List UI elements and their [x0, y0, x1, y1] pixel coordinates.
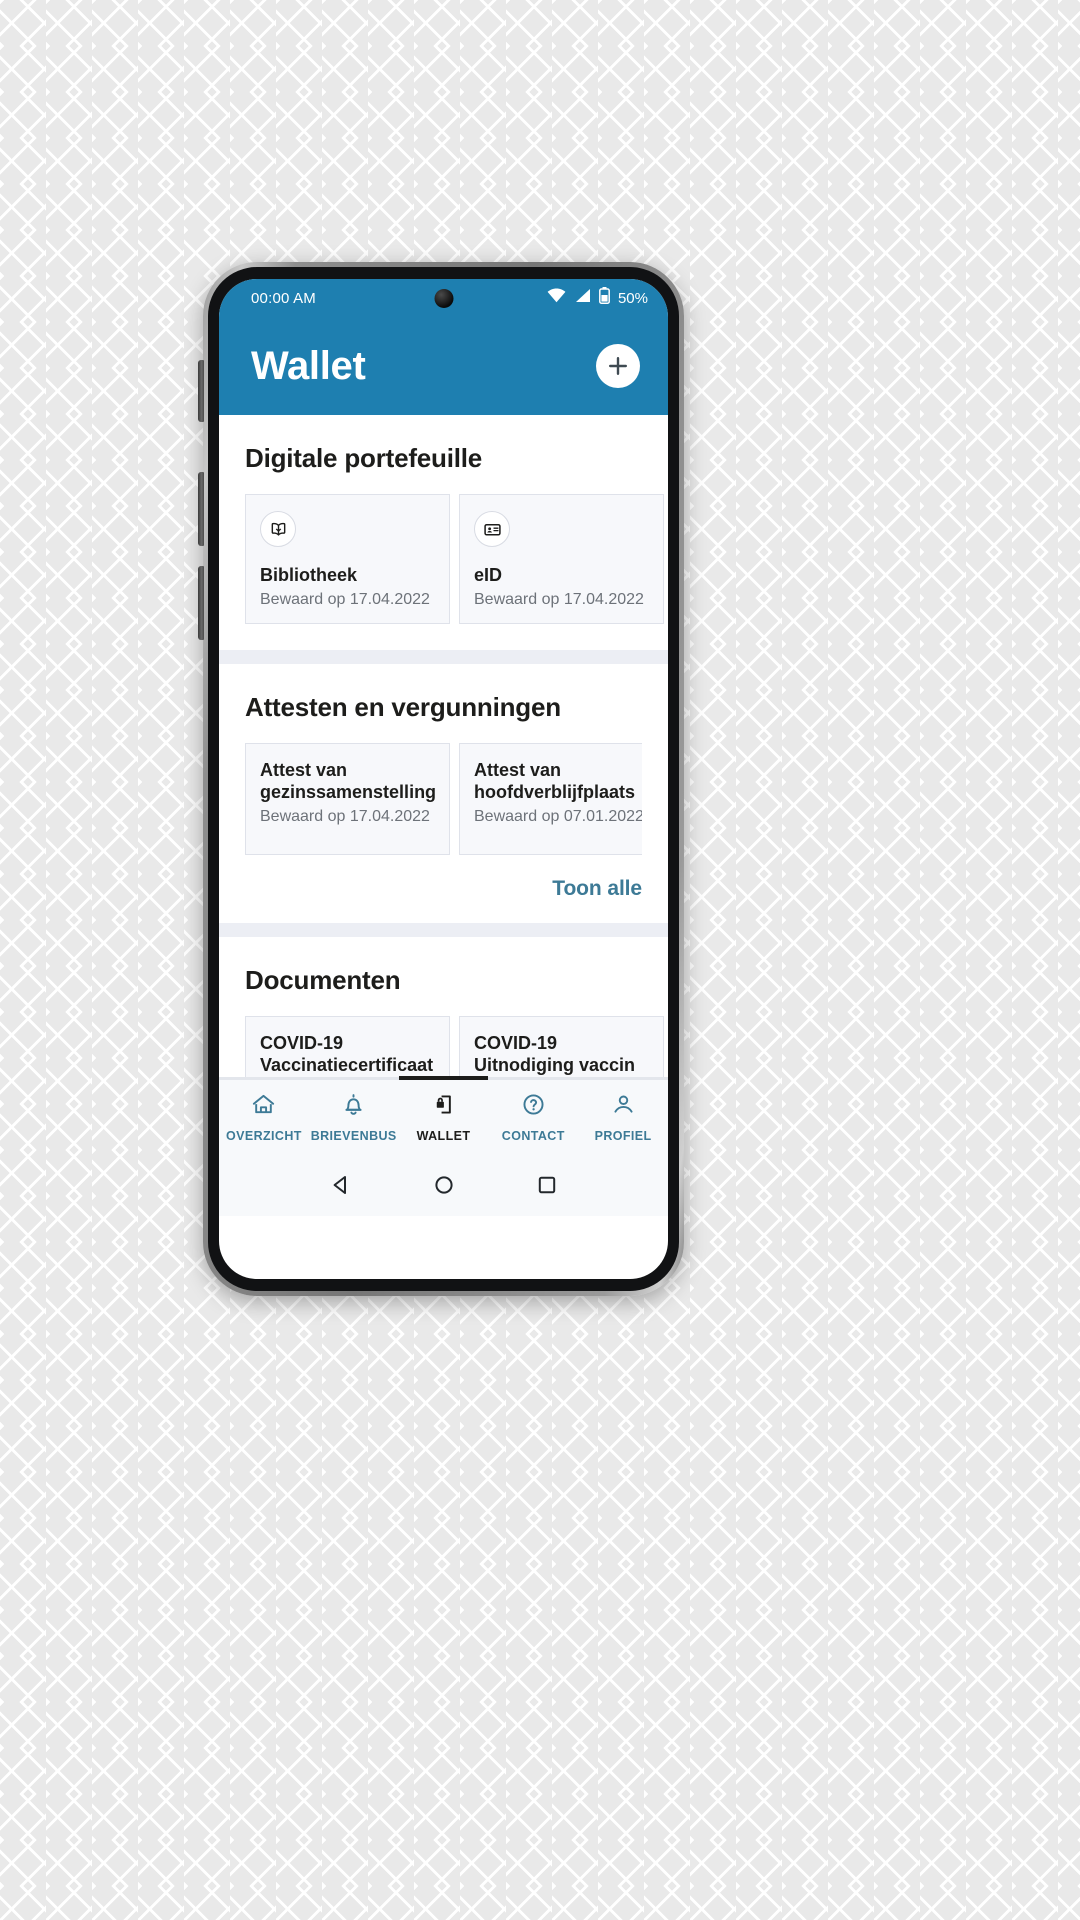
card-title: COVID-19 Uitnodiging vaccin: [474, 1033, 636, 1076]
android-navigation-bar: [219, 1154, 668, 1216]
card-subtitle: Bewaard op 17.04.2022: [260, 808, 430, 826]
status-bar: 00:00 AM 50%: [219, 279, 668, 317]
tab-label: BRIEVENBUS: [310, 1128, 397, 1143]
tab-profiel[interactable]: PROFIEL: [578, 1092, 668, 1143]
card-title: eID: [474, 565, 503, 585]
section-divider: [219, 923, 668, 938]
square-recents-icon[interactable]: [534, 1172, 560, 1198]
wallet-card-bibliotheek[interactable]: Bibliotheek Bewaard op 17.04.2022: [245, 494, 450, 625]
tab-wallet[interactable]: WALLET: [399, 1092, 489, 1143]
id-card-icon: [474, 511, 510, 547]
tab-indicator: [308, 1077, 399, 1080]
document-card-vaccinatiecertificaat[interactable]: COVID-19 Vaccinatiecertificaat Bewaard o…: [245, 1016, 450, 1077]
tab-indicator: [219, 1077, 309, 1080]
battery-percentage: 50%: [617, 289, 648, 307]
card-row-documenten: COVID-19 Vaccinatiecertificaat Bewaard o…: [245, 1016, 664, 1077]
card-subtitle: Bewaard op 17.04.2022: [474, 590, 644, 608]
front-camera-punch-hole: [434, 289, 453, 308]
tab-indicator: [578, 1077, 668, 1080]
card-row-attesten[interactable]: Attest van gezinssamenstelling Bewaard o…: [245, 743, 642, 859]
bottom-tab-bar: OVERZICHT BRIEVENBUS WALLET CONTACT PROF…: [219, 1076, 668, 1216]
phone-screen: 00:00 AM 50% Wallet Digitale portefeuill…: [219, 279, 668, 1279]
person-icon: [611, 1092, 636, 1122]
question-circle-icon: [521, 1092, 546, 1122]
wifi-icon: [547, 288, 566, 308]
phone-side-button-volume-down[interactable]: [198, 472, 204, 546]
card-title: Attest van gezinssamenstelling: [260, 760, 437, 803]
tab-indicator-track: [219, 1076, 668, 1080]
attest-card-gezinssamenstelling[interactable]: Attest van gezinssamenstelling Bewaard o…: [245, 743, 450, 856]
tab-label: CONTACT: [501, 1128, 565, 1143]
plus-icon: [607, 355, 629, 377]
status-bar-icons: 50%: [547, 287, 648, 309]
phone-side-button-power[interactable]: [198, 566, 204, 640]
section-divider: [219, 650, 668, 665]
circle-home-icon[interactable]: [431, 1172, 457, 1198]
section-title: Attesten en vergunningen: [245, 692, 561, 723]
section-title: Documenten: [245, 965, 401, 996]
toon-alle-row: Toon alle: [245, 859, 642, 923]
tab-indicator-active: [398, 1076, 489, 1080]
signal-icon: [574, 288, 591, 308]
card-subtitle: Bewaard op 07.01.2022: [474, 808, 642, 826]
tab-label: PROFIEL: [594, 1128, 652, 1143]
tab-overzicht[interactable]: OVERZICHT: [219, 1092, 309, 1143]
main-content: Digitale portefeuille Bibliotheek Bewaar…: [219, 415, 668, 1077]
battery-icon: [599, 287, 610, 309]
tab-indicator: [488, 1077, 579, 1080]
triangle-back-icon[interactable]: [328, 1172, 354, 1198]
app-header: Wallet: [219, 317, 668, 415]
phone-side-button-volume-up[interactable]: [198, 360, 204, 422]
attest-card-hoofdverblijfplaats[interactable]: Attest van hoofdverblijfplaats Bewaard o…: [459, 743, 642, 856]
home-icon: [251, 1092, 276, 1122]
tab-label: WALLET: [416, 1128, 471, 1143]
section-title: Digitale portefeuille: [245, 443, 483, 473]
card-title: COVID-19 Vaccinatiecertificaat: [260, 1033, 434, 1076]
document-card-uitnodiging-vaccin[interactable]: COVID-19 Uitnodiging vaccin Bewaard op 0…: [459, 1016, 664, 1077]
card-row-wallet-items: Bibliotheek Bewaard op 17.04.2022 eID Be…: [245, 494, 664, 628]
bell-icon: [341, 1092, 366, 1122]
wallet-lock-icon: [431, 1092, 456, 1122]
tabbar-items: OVERZICHT BRIEVENBUS WALLET CONTACT PROF…: [219, 1080, 668, 1154]
tab-contact[interactable]: CONTACT: [488, 1092, 578, 1143]
add-button[interactable]: [596, 344, 640, 388]
card-title: Bibliotheek: [260, 565, 358, 585]
tab-brievenbus[interactable]: BRIEVENBUS: [309, 1092, 399, 1143]
page-title: Wallet: [251, 344, 366, 388]
wallet-card-eid[interactable]: eID Bewaard op 17.04.2022: [459, 494, 664, 625]
phone-mockup: 00:00 AM 50% Wallet Digitale portefeuill…: [198, 262, 684, 1296]
section-attesten-en-vergunningen: Attesten en vergunningen Attest van gezi…: [219, 664, 668, 924]
card-subtitle: Bewaard op 17.04.2022: [260, 590, 430, 608]
status-bar-time: 00:00 AM: [251, 289, 316, 307]
card-title: Attest van hoofdverblijfplaats: [474, 760, 636, 803]
section-documenten: Documenten COVID-19 Vaccinatiecertificaa…: [219, 937, 668, 1077]
book-icon: [260, 511, 296, 547]
section-digitale-portefeuille: Digitale portefeuille Bibliotheek Bewaar…: [219, 415, 668, 651]
tab-label: OVERZICHT: [225, 1128, 302, 1143]
show-all-link[interactable]: Toon alle: [552, 877, 642, 901]
